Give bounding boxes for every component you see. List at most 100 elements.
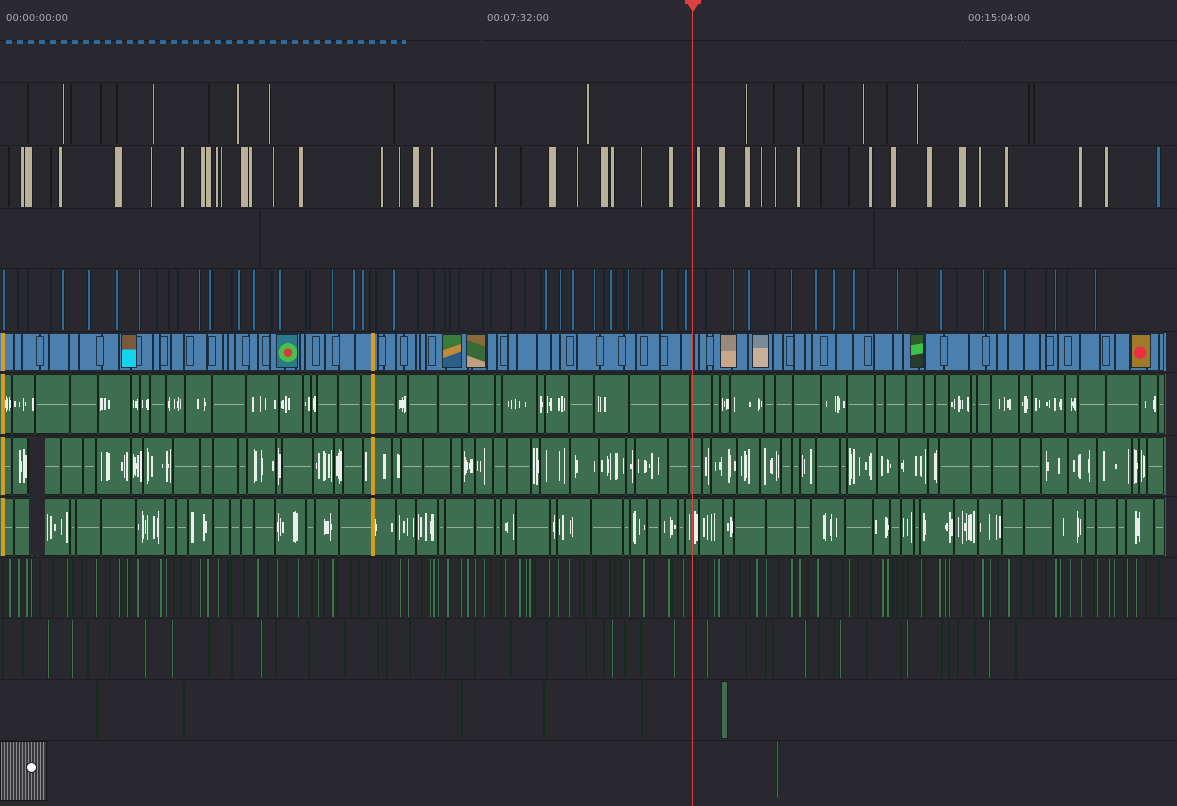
audio-clip[interactable] [227, 559, 229, 617]
video-clip-thumbnail[interactable] [1131, 334, 1151, 368]
video-clip[interactable] [916, 270, 918, 330]
video-clip[interactable] [198, 270, 201, 330]
audio-clip[interactable] [833, 620, 835, 678]
video-clip[interactable] [916, 84, 919, 144]
audio-clip[interactable] [543, 681, 545, 739]
video-clip-frame[interactable] [312, 336, 320, 366]
video-clip-frame[interactable] [428, 336, 436, 366]
audio-clip[interactable] [47, 620, 50, 678]
video-clip-frame[interactable] [262, 336, 270, 366]
marker[interactable] [371, 437, 375, 495]
audio-clip[interactable] [1145, 559, 1147, 617]
audio-clip[interactable] [989, 559, 992, 617]
video-clip[interactable] [156, 270, 158, 330]
audio-clip[interactable] [839, 620, 842, 678]
audio-clip[interactable] [276, 559, 279, 617]
video-clip[interactable] [393, 84, 395, 144]
video-clip-frame[interactable] [186, 336, 194, 366]
video-clip[interactable] [50, 270, 52, 330]
audio-clip[interactable] [81, 559, 83, 617]
video-clip[interactable] [773, 84, 775, 144]
audio-clip[interactable] [474, 559, 477, 617]
audio-clip[interactable] [671, 559, 673, 617]
audio-clip[interactable] [892, 559, 894, 617]
audio-clip[interactable] [260, 620, 263, 678]
video-clip[interactable] [168, 270, 170, 330]
video-clip[interactable] [1024, 333, 1040, 371]
video-clip[interactable] [896, 270, 899, 330]
video-clip-frame[interactable] [332, 336, 340, 366]
video-clip[interactable] [774, 147, 777, 207]
audio-clip[interactable] [642, 559, 646, 617]
audio-clip[interactable] [599, 437, 626, 495]
video-clip[interactable] [369, 270, 371, 330]
video-clip[interactable] [298, 147, 304, 207]
video-clip[interactable] [278, 270, 282, 330]
audio-clip[interactable] [546, 620, 548, 678]
video-clip[interactable] [603, 270, 605, 330]
video-clip-frame[interactable] [982, 336, 990, 366]
timeline-track[interactable] [0, 680, 1177, 741]
video-clip[interactable] [814, 270, 818, 330]
audio-clip[interactable] [1054, 559, 1058, 617]
video-clip-frame[interactable] [596, 336, 604, 366]
audio-clip[interactable] [1080, 559, 1083, 617]
video-clip[interactable] [380, 147, 384, 207]
video-clip[interactable] [576, 147, 579, 207]
video-clip[interactable] [520, 147, 522, 207]
video-clip[interactable] [494, 147, 498, 207]
audio-clip[interactable] [407, 559, 410, 617]
audio-clip[interactable] [592, 559, 594, 617]
audio-clip[interactable] [180, 559, 182, 617]
video-clip[interactable] [836, 333, 853, 371]
video-clip-frame[interactable] [660, 336, 668, 366]
video-clip[interactable] [773, 333, 783, 371]
audio-clip[interactable] [500, 559, 502, 617]
video-clip[interactable] [508, 333, 517, 371]
video-clip-frame[interactable] [378, 336, 386, 366]
video-clip[interactable] [1033, 84, 1035, 144]
audio-clip[interactable] [66, 559, 69, 617]
audio-clip[interactable] [2, 559, 4, 617]
audio-clip[interactable] [772, 620, 774, 678]
video-clip[interactable] [551, 333, 560, 371]
video-clip[interactable] [774, 270, 776, 330]
video-clip[interactable] [997, 333, 1008, 371]
video-clip[interactable] [1159, 333, 1164, 371]
video-clip[interactable] [609, 270, 613, 330]
video-clip-thumbnail[interactable] [720, 334, 737, 368]
video-clip[interactable] [747, 270, 751, 330]
audio-clip[interactable] [109, 620, 111, 678]
audio-clip[interactable] [948, 559, 951, 617]
audio-clip[interactable] [286, 559, 288, 617]
playhead-marker-icon[interactable] [685, 0, 701, 12]
audio-clip[interactable] [694, 559, 696, 617]
audio-clip[interactable] [460, 559, 463, 617]
audio-clip[interactable] [991, 374, 1019, 434]
video-clip[interactable] [153, 333, 160, 371]
video-clip[interactable] [537, 333, 551, 371]
audio-clip[interactable] [907, 559, 909, 617]
audio-clip[interactable] [231, 620, 233, 678]
audio-clip[interactable] [173, 559, 175, 617]
audio-clip[interactable] [331, 559, 335, 617]
video-clip-frame[interactable] [500, 336, 508, 366]
audio-clip[interactable] [144, 620, 147, 678]
audio-clip[interactable] [148, 559, 150, 617]
video-clip[interactable] [660, 270, 664, 330]
audio-clip[interactable] [798, 559, 802, 617]
video-clip[interactable] [392, 270, 396, 330]
video-clip[interactable] [237, 270, 241, 330]
audio-clip[interactable] [323, 559, 325, 617]
audio-clip[interactable] [640, 620, 642, 678]
video-clip-frame[interactable] [566, 336, 574, 366]
audio-clip[interactable] [540, 437, 570, 495]
video-clip[interactable] [115, 270, 119, 330]
video-clip[interactable] [982, 270, 985, 330]
audio-clip[interactable] [267, 559, 269, 617]
marker[interactable] [1, 437, 5, 495]
video-clip-frame[interactable] [786, 336, 794, 366]
audio-clip[interactable] [583, 559, 585, 617]
audio-clip[interactable] [136, 559, 140, 617]
audio-clip[interactable] [432, 559, 436, 617]
